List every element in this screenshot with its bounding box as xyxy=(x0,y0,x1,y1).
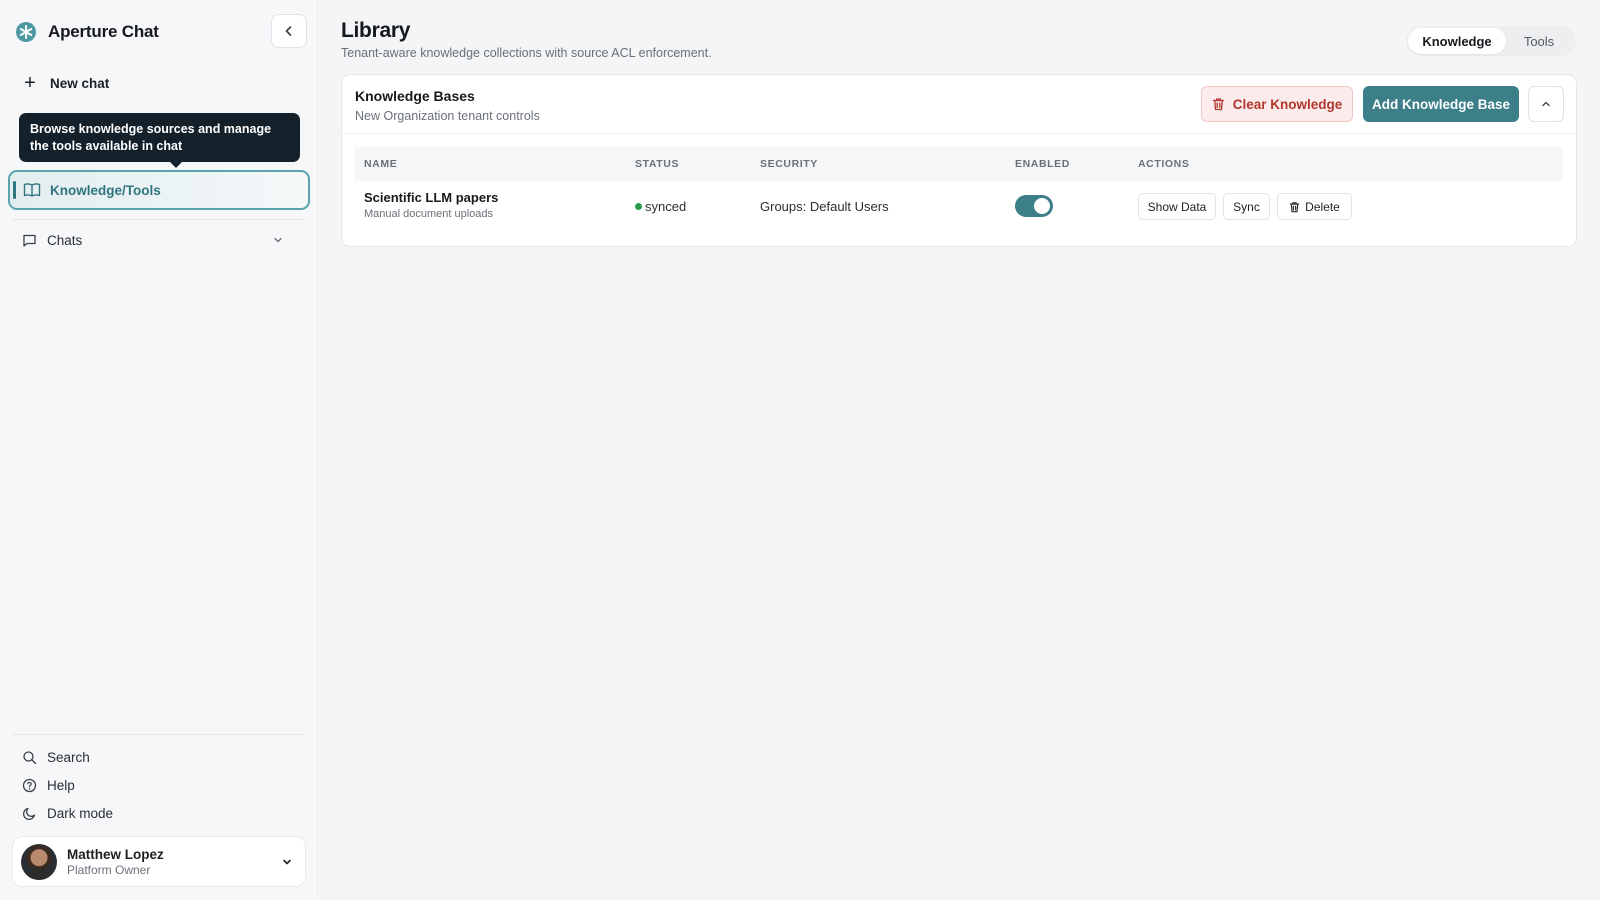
page-subtitle: Tenant-aware knowledge collections with … xyxy=(341,46,712,60)
knowledge-base-source: Manual document uploads xyxy=(364,208,494,220)
tab-knowledge[interactable]: Knowledge xyxy=(1408,28,1506,54)
brand: Aperture Chat xyxy=(16,18,159,46)
aperture-logo-icon xyxy=(16,22,36,42)
delete-button[interactable]: Delete xyxy=(1277,193,1352,220)
knowledge-base-name: Scientific LLM papers xyxy=(364,190,499,205)
new-chat-button[interactable]: + New chat xyxy=(22,72,109,94)
help-label: Help xyxy=(47,777,75,793)
chevron-down-icon xyxy=(283,859,291,864)
enabled-toggle[interactable] xyxy=(1015,195,1053,217)
library-tab-switcher: Knowledge Tools xyxy=(1406,26,1576,56)
table-header: NAME STATUS SECURITY ENABLED ACTIONS xyxy=(355,147,1563,181)
sidebar-help-button[interactable]: Help xyxy=(22,775,75,795)
sidebar-item-chats[interactable]: Chats xyxy=(22,230,284,250)
column-header-name: NAME xyxy=(364,158,398,170)
panel-subtitle: New Organization tenant controls xyxy=(355,109,540,123)
delete-label: Delete xyxy=(1305,199,1340,214)
panel-title: Knowledge Bases xyxy=(355,88,475,104)
user-role: Platform Owner xyxy=(67,862,151,877)
chevron-down-icon xyxy=(274,237,282,243)
search-label: Search xyxy=(47,749,90,765)
show-data-button[interactable]: Show Data xyxy=(1138,193,1216,220)
app-title: Aperture Chat xyxy=(48,22,159,41)
dark-mode-label: Dark mode xyxy=(47,805,114,821)
plus-icon: + xyxy=(24,72,36,94)
sidebar-search-button[interactable]: Search xyxy=(22,747,90,767)
trash-icon xyxy=(1289,201,1300,212)
user-menu[interactable]: Matthew Lopez Platform Owner xyxy=(12,836,306,887)
moon-icon xyxy=(22,807,36,820)
page-title: Library xyxy=(341,19,411,42)
collapse-sidebar-button[interactable] xyxy=(271,14,307,48)
status-dot-icon xyxy=(635,203,642,210)
column-header-actions: ACTIONS xyxy=(1138,158,1190,170)
active-indicator xyxy=(13,181,16,199)
column-header-security: SECURITY xyxy=(760,158,818,170)
clear-knowledge-button[interactable]: Clear Knowledge xyxy=(1201,86,1353,122)
collapse-panel-button[interactable] xyxy=(1528,86,1564,122)
new-chat-label: New chat xyxy=(50,75,110,91)
panel-divider xyxy=(342,133,1576,134)
sidebar-item-label: Chats xyxy=(47,232,83,248)
sidebar-divider xyxy=(12,219,306,220)
tooltip-text: Browse knowledge sources and manage the … xyxy=(30,122,272,153)
user-name: Matthew Lopez xyxy=(67,846,164,862)
search-icon xyxy=(23,750,37,764)
sync-button[interactable]: Sync xyxy=(1223,193,1270,220)
add-knowledge-base-button[interactable]: Add Knowledge Base xyxy=(1363,86,1519,122)
status-badge: synced xyxy=(635,199,686,214)
column-header-enabled: ENABLED xyxy=(1015,158,1070,170)
sidebar: Aperture Chat + New chat Browse knowledg… xyxy=(0,0,318,900)
avatar xyxy=(21,843,57,880)
trash-icon xyxy=(1212,98,1224,111)
dark-mode-toggle[interactable]: Dark mode xyxy=(22,803,113,823)
security-groups: Groups: Default Users xyxy=(760,199,889,214)
knowledge-bases-panel: Knowledge Bases New Organization tenant … xyxy=(341,74,1577,247)
user-info: Matthew Lopez Platform Owner xyxy=(67,847,164,877)
sidebar-item-knowledge-tools[interactable]: Knowledge/Tools xyxy=(8,170,310,210)
book-open-icon xyxy=(23,183,41,197)
help-circle-icon xyxy=(22,778,37,792)
table-row: Scientific LLM papers Manual document up… xyxy=(355,181,1563,233)
knowledge-tools-tooltip: Browse knowledge sources and manage the … xyxy=(19,113,300,168)
column-header-status: STATUS xyxy=(635,158,680,170)
tab-tools[interactable]: Tools xyxy=(1506,28,1572,54)
message-square-icon xyxy=(23,234,36,247)
status-text: synced xyxy=(645,199,687,214)
sidebar-divider xyxy=(12,734,306,735)
chevron-left-icon xyxy=(285,26,292,36)
sidebar-item-label: Knowledge/Tools xyxy=(50,182,161,198)
chevron-up-icon xyxy=(1542,101,1550,107)
clear-knowledge-label: Clear Knowledge xyxy=(1232,96,1343,112)
